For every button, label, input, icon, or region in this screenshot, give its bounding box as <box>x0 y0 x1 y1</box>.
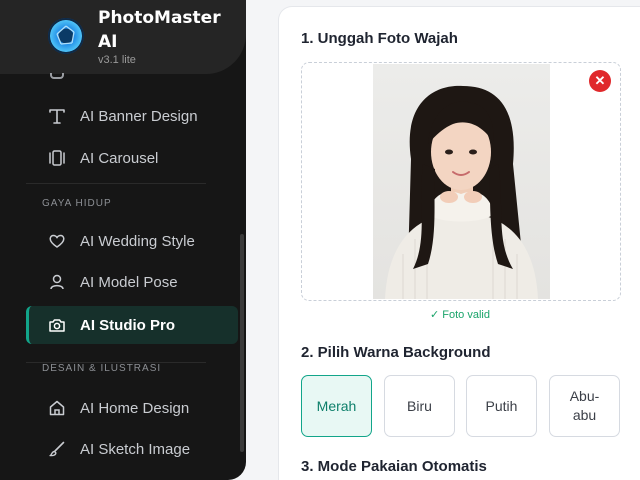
sidebar-item-label: AI Sketch Image <box>80 440 191 458</box>
remove-photo-button[interactable]: ✕ <box>589 70 611 92</box>
uploaded-face-photo <box>373 64 550 299</box>
app-version: v3.1 lite <box>98 54 136 66</box>
text-t-icon <box>46 105 68 127</box>
main-panel: 1. Unggah Foto Wajah ✕ ✓ Foto valid 2. P… <box>278 6 640 480</box>
sidebar-item-carousel[interactable]: AI Carousel <box>26 139 238 177</box>
sidebar-item-banner-design[interactable]: AI Banner Design <box>26 97 238 135</box>
step3-title: 3. Mode Pakaian Otomatis <box>301 458 487 475</box>
photo-valid-status: ✓ Foto valid <box>430 309 490 321</box>
section-label-lifestyle: GAYA HIDUP <box>42 198 112 209</box>
user-icon <box>46 271 68 293</box>
sidebar-item-sketch-image[interactable]: AI Sketch Image <box>26 430 238 468</box>
color-option-label: Abu-abu <box>569 388 600 423</box>
photo-dropzone[interactable] <box>301 62 621 301</box>
brush-icon <box>46 438 68 460</box>
sidebar-scrollbar[interactable] <box>240 234 244 452</box>
sidebar-item-studio-pro[interactable]: AI Studio Pro <box>26 306 238 344</box>
section-label-design: DESAIN & ILUSTRASI <box>42 363 162 374</box>
heart-icon <box>46 230 68 252</box>
step2-title: 2. Pilih Warna Background <box>301 344 491 361</box>
app-title: PhotoMaster AI <box>98 8 221 52</box>
carousel-icon <box>46 147 68 169</box>
sidebar-item-wedding-style[interactable]: AI Wedding Style <box>26 222 238 260</box>
sidebar-item-label: AI Carousel <box>80 149 159 167</box>
camera-icon <box>46 314 68 336</box>
sidebar-item-label: AI Banner Design <box>80 107 198 125</box>
color-option-merah[interactable]: Merah <box>301 375 372 437</box>
color-option-label: Putih <box>485 397 518 414</box>
sidebar-item-label: AI Wedding Style <box>80 232 195 250</box>
sidebar-item-model-pose[interactable]: AI Model Pose <box>26 263 238 301</box>
sidebar: PhotoMaster AI v3.1 lite AI Banner Desig… <box>0 0 246 480</box>
color-option-abu-abu[interactable]: Abu-abu <box>549 375 620 437</box>
close-icon: ✕ <box>594 73 606 88</box>
aperture-logo-icon <box>48 18 84 54</box>
brand-header: PhotoMaster AI v3.1 lite <box>0 0 246 74</box>
color-option-label: Biru <box>407 397 432 414</box>
color-option-putih[interactable]: Putih <box>466 375 537 437</box>
sidebar-item-label: AI Home Design <box>80 399 190 417</box>
divider <box>26 183 206 184</box>
step1-title: 1. Unggah Foto Wajah <box>301 30 458 47</box>
home-icon <box>46 397 68 419</box>
sidebar-item-label: AI Model Pose <box>80 273 178 291</box>
sidebar-item-label: AI Studio Pro <box>80 316 175 334</box>
sidebar-item-home-design[interactable]: AI Home Design <box>26 389 238 427</box>
color-option-label: Merah <box>316 397 357 414</box>
partial-menu-icon <box>50 73 64 79</box>
color-option-biru[interactable]: Biru <box>384 375 455 437</box>
